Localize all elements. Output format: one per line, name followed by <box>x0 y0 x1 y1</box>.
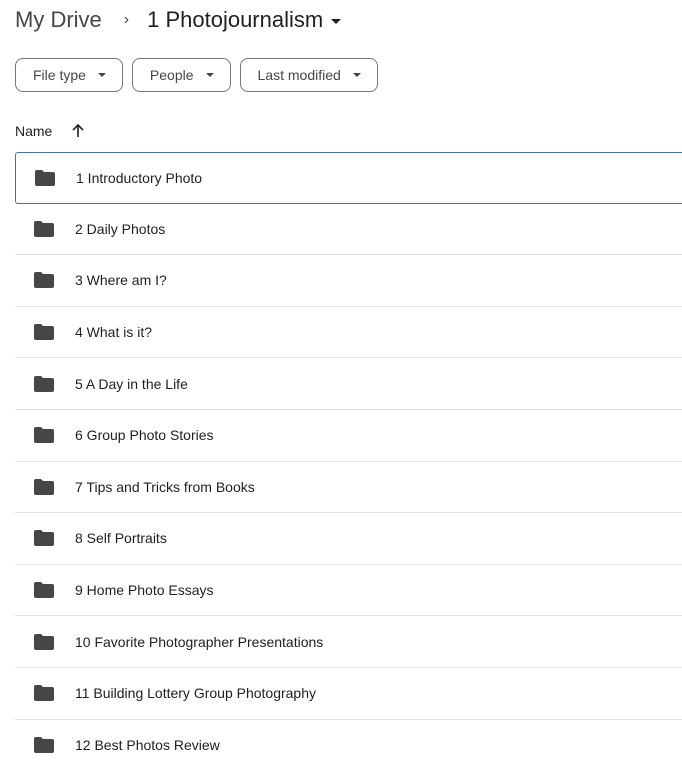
filter-file-type-label: File type <box>33 67 86 83</box>
list-item[interactable]: 12 Best Photos Review <box>15 720 682 766</box>
folder-icon <box>34 478 54 495</box>
list-item-name: 2 Daily Photos <box>75 220 166 237</box>
list-item-name: 1 Introductory Photo <box>76 169 203 186</box>
list-item-name: 10 Favorite Photographer Presentations <box>75 633 324 650</box>
list-item[interactable]: 1 Introductory Photo <box>15 152 682 204</box>
caret-down-icon <box>331 18 342 24</box>
column-header-label: Name <box>15 123 53 139</box>
list-item[interactable]: 4 What is it? <box>15 307 682 359</box>
breadcrumb-current-folder[interactable]: 1 Photojournalism <box>147 7 342 33</box>
folder-icon <box>34 685 54 702</box>
list-item-name: 11 Building Lottery Group Photography <box>75 685 317 702</box>
filter-last-modified[interactable]: Last modified <box>239 58 378 92</box>
folder-icon <box>34 530 54 547</box>
breadcrumb-my-drive[interactable]: My Drive <box>15 7 102 33</box>
list-item-name: 7 Tips and Tricks from Books <box>75 478 255 495</box>
list-item[interactable]: 9 Home Photo Essays <box>15 565 682 617</box>
list-item-name: 3 Where am I? <box>75 272 167 289</box>
folder-icon <box>35 169 55 186</box>
breadcrumb-separator: › <box>123 11 130 28</box>
folder-icon <box>34 324 54 341</box>
list-item-name: 6 Group Photo Stories <box>75 427 214 444</box>
folder-icon <box>34 582 54 599</box>
caret-down-icon <box>352 73 361 77</box>
list-item[interactable]: 8 Self Portraits <box>15 513 682 565</box>
list-item[interactable]: 2 Daily Photos <box>15 204 682 256</box>
folder-icon <box>34 736 54 753</box>
list-item[interactable]: 6 Group Photo Stories <box>15 410 682 462</box>
filter-people[interactable]: People <box>131 58 231 92</box>
filter-bar: File type People Last modified <box>15 58 378 92</box>
caret-down-icon <box>205 73 214 77</box>
list-item-name: 9 Home Photo Essays <box>75 582 214 599</box>
list-item[interactable]: 3 Where am I? <box>15 255 682 307</box>
folder-icon <box>34 633 54 650</box>
folder-icon <box>34 272 54 289</box>
list-item-name: 8 Self Portraits <box>75 530 167 547</box>
filter-file-type[interactable]: File type <box>15 58 123 92</box>
list-item[interactable]: 10 Favorite Photographer Presentations <box>15 616 682 668</box>
file-list: 1 Introductory Photo 2 Daily Photos 3 Wher… <box>15 152 682 766</box>
arrow-up-icon[interactable] <box>72 124 84 138</box>
breadcrumb: My Drive › 1 Photojournalism <box>15 4 342 36</box>
column-header-name[interactable]: Name <box>15 120 84 142</box>
caret-down-icon <box>97 73 106 77</box>
list-item[interactable]: 5 A Day in the Life <box>15 358 682 410</box>
folder-icon <box>34 375 54 392</box>
list-item-name: 5 A Day in the Life <box>75 375 188 392</box>
list-item-name: 12 Best Photos Review <box>75 736 220 753</box>
list-item[interactable]: 7 Tips and Tricks from Books <box>15 462 682 514</box>
list-item[interactable]: 11 Building Lottery Group Photography <box>15 668 682 720</box>
drive-folder-view: My Drive › 1 Photojournalism File type P… <box>0 0 682 766</box>
folder-icon <box>34 427 54 444</box>
filter-last-modified-label: Last modified <box>257 67 341 83</box>
breadcrumb-current-label: 1 Photojournalism <box>147 7 324 32</box>
folder-icon <box>34 220 54 237</box>
list-item-name: 4 What is it? <box>75 324 153 341</box>
filter-people-label: People <box>149 67 194 83</box>
